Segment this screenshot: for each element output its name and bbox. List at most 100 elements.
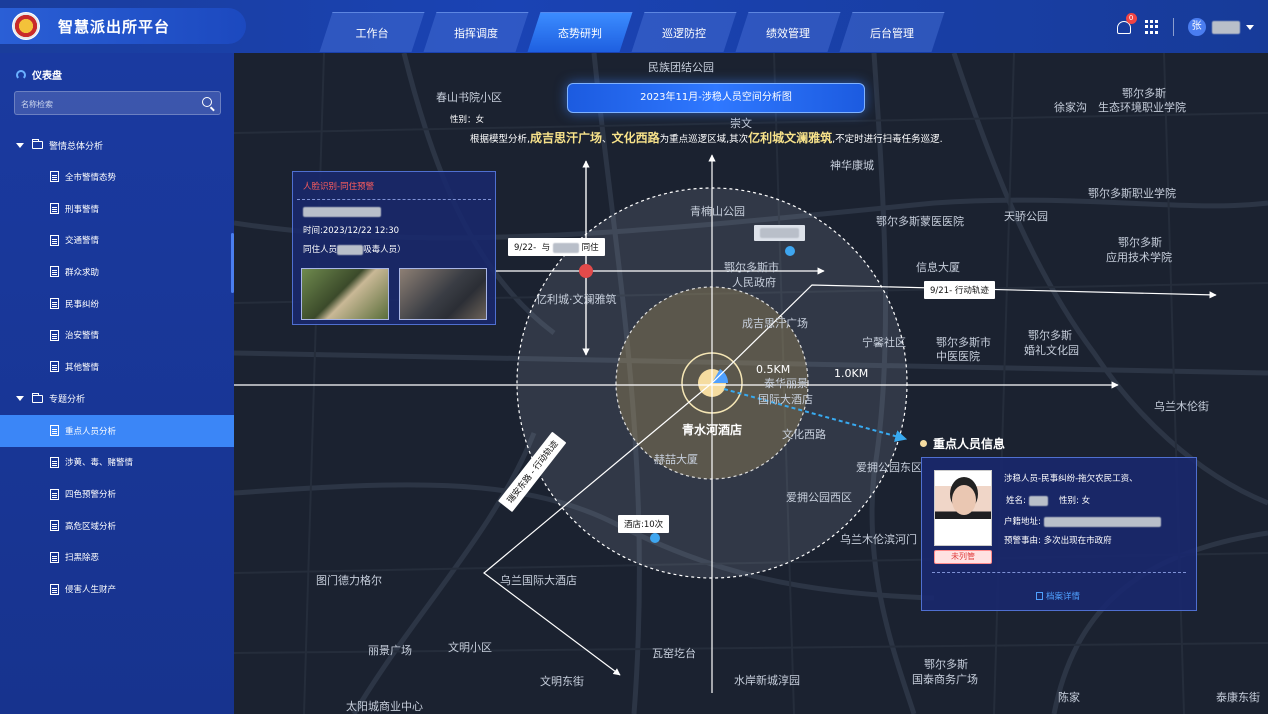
map-place-label: 人民政府 [732, 276, 776, 289]
map-place-label: 文明小区 [448, 641, 492, 654]
tag-and: 与 [541, 243, 551, 253]
sidebar-title: 仪表盘 [32, 71, 62, 82]
tree-item[interactable]: 侵害人生财产 [0, 573, 234, 605]
group-label: 警情总体分析 [49, 141, 104, 152]
map-place-label: 成吉思汗广场 [742, 317, 808, 330]
tag-date: 9/22- [514, 243, 537, 253]
location-dot[interactable] [785, 246, 795, 256]
map-place-label: 应用技术学院 [1106, 251, 1172, 264]
search-input[interactable] [15, 93, 195, 116]
map-place-label: 赫喆大厦 [654, 453, 698, 466]
app-grid-icon[interactable] [1144, 20, 1159, 34]
tree-item[interactable]: 涉黄、毒、赌警情 [0, 447, 234, 479]
user-menu[interactable]: 张 ███ [1187, 18, 1254, 36]
analysis-suffix: ,不定时进行扫毒任务巡逻. [832, 134, 943, 145]
tree-group-overall[interactable]: 警情总体分析 [0, 129, 234, 161]
nav-label: 巡逻防控 [662, 27, 706, 40]
redacted-tag: ██████ [754, 225, 806, 241]
logo-area[interactable]: 智慧派出所平台 [0, 8, 246, 44]
document-icon [50, 171, 59, 183]
nav-situation[interactable]: 态势研判 [528, 12, 632, 52]
map-place-label: 天骄公园 [1004, 210, 1048, 223]
cohabit-prefix: 同住人员 [303, 245, 338, 255]
map-place-label: 丽景广场 [368, 644, 412, 657]
map-place-label: 泰康东街 [1216, 691, 1260, 704]
search-icon[interactable] [202, 97, 212, 107]
surveillance-photo[interactable] [301, 268, 389, 320]
map-place-label: 鄂尔多斯 [1028, 329, 1072, 342]
document-icon [50, 203, 59, 215]
status-badge: 未列管 [934, 550, 992, 564]
tree-item[interactable]: 全市警情态势 [0, 161, 234, 193]
alert-point[interactable] [579, 264, 593, 278]
location-dot[interactable] [650, 533, 660, 543]
tree-item[interactable]: 高危区域分析 [0, 510, 234, 542]
caret-down-icon [16, 396, 24, 402]
notification-badge: 0 [1125, 13, 1137, 24]
redacted-name: ████ [552, 243, 579, 253]
tree-item[interactable]: 其他警情 [0, 351, 234, 383]
tree-item[interactable]: 扫黑除恶 [0, 542, 234, 574]
heading-text: 重点人员信息 [933, 437, 1006, 451]
name-value: ███ [1028, 496, 1049, 506]
document-icon [50, 361, 59, 373]
tree-item[interactable]: 交通警情 [0, 224, 234, 256]
tree-item-active[interactable]: 重点人员分析 [0, 414, 234, 447]
item-label: 刑事警情 [65, 204, 100, 215]
bullet-icon [920, 440, 927, 447]
face-card-time: 时间:2023/12/22 12:30 [303, 226, 400, 236]
tree-item[interactable]: 民事纠纷 [0, 288, 234, 320]
person-info-card[interactable]: 未列管 涉稳人员-民事纠纷-拖欠农民工资、 姓名: ███ 性别: 女 户籍地址… [921, 457, 1197, 611]
redacted-text: ██████ [760, 228, 800, 238]
person-address-row: 户籍地址: ██████████████████ [1004, 515, 1162, 527]
item-label: 四色预警分析 [65, 490, 117, 501]
hotel-count-tag: 酒店:10次 [618, 515, 670, 533]
item-label: 高危区域分析 [65, 521, 117, 532]
map-place-label: 亿利城·文澜雅筑 [536, 293, 617, 306]
map-place-label: 乌兰国际大酒店 [500, 574, 577, 587]
surveillance-photo[interactable] [399, 268, 487, 320]
tree-item[interactable]: 群众求助 [0, 256, 234, 288]
item-label: 侵害人生财产 [65, 585, 117, 596]
tree-item[interactable]: 四色预警分析 [0, 478, 234, 510]
gender-tag: 性别：女 [450, 115, 485, 125]
bell-icon[interactable]: 0 [1115, 13, 1137, 35]
police-badge-icon [12, 12, 40, 40]
map-place-label: 图门德力格尔 [316, 574, 382, 587]
map-place-label: 爱拥公园东区 [856, 461, 922, 474]
link-text: 档案详情 [1046, 592, 1081, 602]
header-divider [1172, 18, 1174, 36]
card-divider [932, 572, 1186, 573]
caret-down-icon [16, 142, 24, 148]
nav-command[interactable]: 指挥调度 [424, 12, 528, 52]
nav-workbench[interactable]: 工作台 [320, 12, 424, 52]
gender-label: 性别: [1059, 496, 1079, 506]
document-icon [50, 298, 59, 310]
nav-admin[interactable]: 后台管理 [840, 12, 944, 52]
tree-item[interactable]: 刑事警情 [0, 193, 234, 225]
user-name: ███ [1211, 20, 1240, 34]
nav-performance[interactable]: 绩效管理 [736, 12, 840, 52]
sidebar-header: 仪表盘 [16, 67, 62, 82]
map-place-label: 生态环境职业学院 [1098, 101, 1186, 114]
map-place-label: 神华康城 [830, 159, 874, 172]
map-view[interactable]: 民族团结公园 春山书院小区 崇文 神华康城 青楠山公园 鄂尔多斯蒙医医院 天骄公园 鄂尔多斯市… [234, 53, 1268, 714]
nav-patrol[interactable]: 巡逻防控 [632, 12, 736, 52]
face-alert-card[interactable]: 人脸识别-同住预警 ████████████ 时间:2023/12/22 12:… [292, 171, 496, 325]
archive-detail-link[interactable]: 档案详情 [1036, 590, 1080, 602]
map-title: 2023年11月-涉稳人员空间分析图 [567, 83, 865, 113]
face-card-cohabit: 同住人员████吸毒人员） [293, 243, 495, 255]
nav-label: 后台管理 [870, 27, 914, 40]
person-name-row: 姓名: ███ 性别: 女 [1006, 494, 1090, 506]
group-label: 专题分析 [49, 395, 86, 406]
tree-item[interactable]: 治安警情 [0, 319, 234, 351]
cohabit-suffix: 吸毒人员） [363, 245, 406, 255]
photo-strip [301, 268, 487, 320]
document-icon [50, 425, 59, 437]
analysis-text: 根据模型分析,成吉思汗广场、文化西路为重点巡逻区域,其次亿利城文澜雅筑,不定时进… [470, 129, 943, 146]
redacted-id: ████████████ [303, 207, 382, 217]
tree-group-topic[interactable]: 专题分析 [0, 383, 234, 415]
document-icon [50, 266, 59, 278]
address-label: 户籍地址: [1004, 517, 1041, 527]
map-place-label: 爱拥公园西区 [786, 491, 852, 504]
